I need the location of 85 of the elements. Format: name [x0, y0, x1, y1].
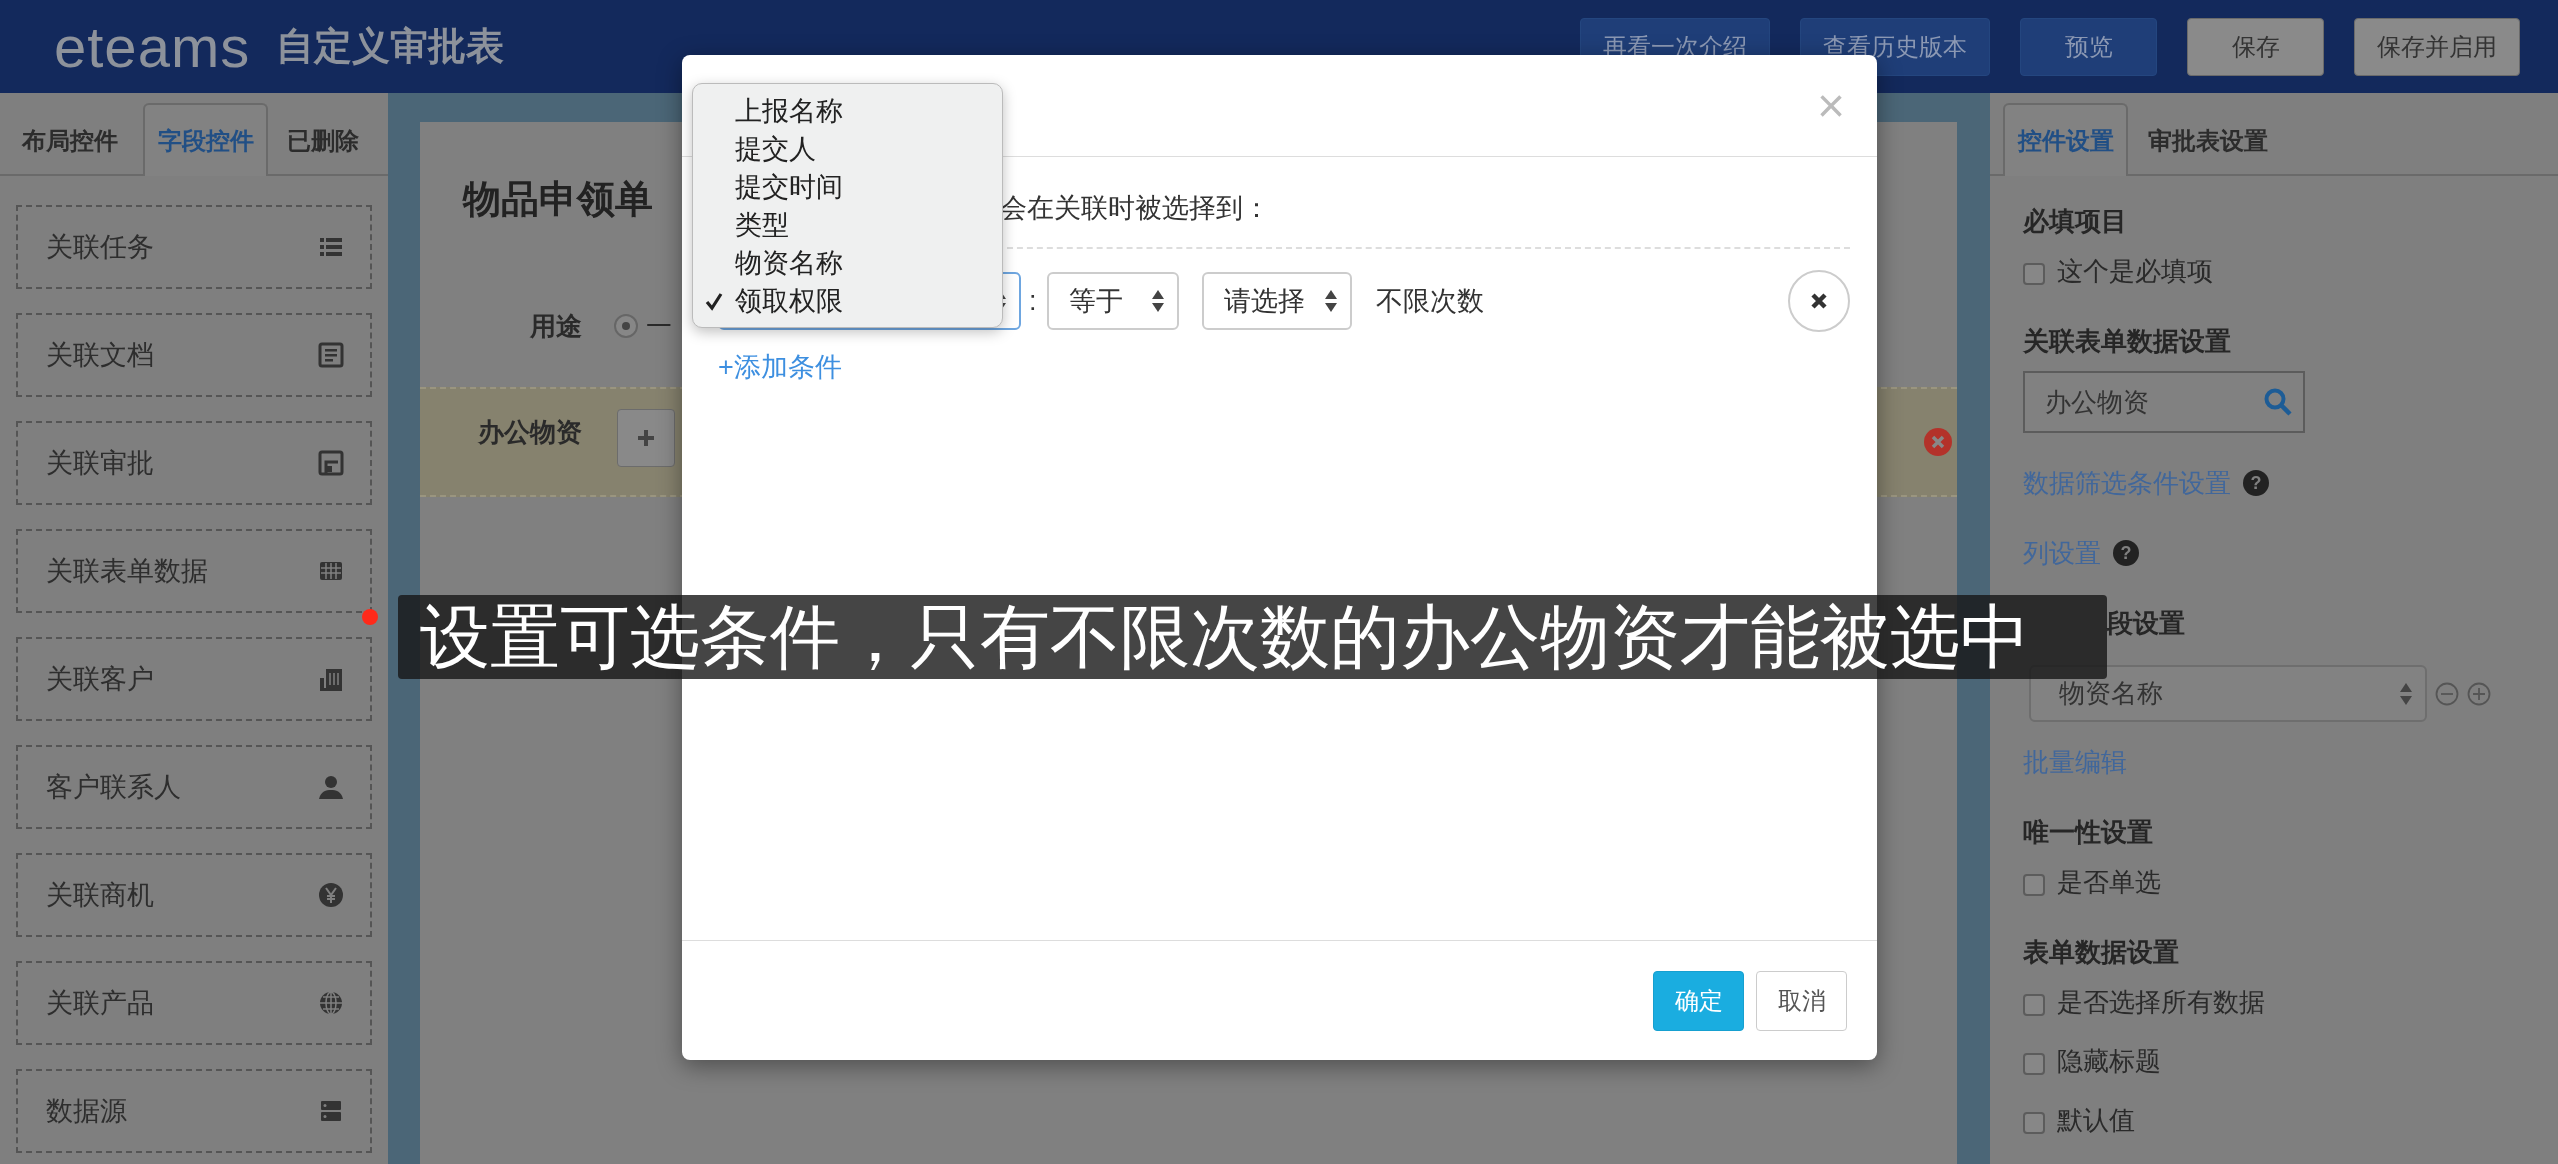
minus-circle-icon: [2435, 681, 2459, 706]
radio-button[interactable]: [614, 314, 638, 338]
search-field[interactable]: 办公物资: [2023, 371, 2305, 433]
item-label: 关联文档: [46, 338, 154, 372]
plus-icon: [636, 428, 656, 448]
section-heading: 表单数据设置: [2023, 936, 2180, 969]
add-condition-link[interactable]: +添加条件: [718, 347, 842, 388]
logo: eteams: [54, 17, 251, 76]
field-label: 用途: [529, 309, 582, 343]
checkbox[interactable]: [2023, 263, 2045, 285]
item-label: 数据源: [46, 1094, 127, 1128]
search-icon: [2263, 387, 2293, 417]
dropdown-option[interactable]: 物资名称: [693, 244, 1002, 282]
control-item[interactable]: 关联产品: [16, 961, 372, 1045]
item-label: 关联产品: [46, 986, 154, 1020]
server-icon: [318, 1098, 344, 1124]
checkbox-label: 是否单选: [2057, 865, 2161, 899]
help-icon[interactable]: ?: [2243, 470, 2269, 496]
control-item[interactable]: 关联客户: [16, 637, 372, 721]
dropdown-option[interactable]: 上报名称: [693, 92, 1002, 130]
item-label: 关联客户: [46, 662, 154, 696]
checkbox[interactable]: [2023, 874, 2045, 896]
checkbox[interactable]: [2023, 994, 2045, 1016]
field-select[interactable]: 物资名称: [2029, 665, 2427, 722]
control-item[interactable]: 关联审批: [16, 421, 372, 505]
control-item[interactable]: 关联任务: [16, 205, 372, 289]
add-button[interactable]: [617, 409, 675, 467]
panel-tab[interactable]: 控件设置: [2003, 103, 2128, 176]
plus-circle-icon: [2467, 681, 2491, 706]
checkbox-label: 这个是必填项: [2057, 254, 2213, 288]
dropdown-option[interactable]: 领取权限: [693, 282, 1002, 320]
header-button[interactable]: 保存: [2187, 17, 2324, 76]
item-label: 关联商机: [46, 878, 154, 912]
document-icon: [318, 342, 344, 368]
dropdown-option[interactable]: 提交时间: [693, 168, 1002, 206]
item-label: 关联审批: [46, 446, 154, 480]
control-item[interactable]: 客户联系人: [16, 745, 372, 829]
control-item[interactable]: 关联文档: [16, 313, 372, 397]
caption-tooltip: 设置可选条件，只有不限次数的办公物资才能被选中: [398, 595, 2107, 679]
checkbox[interactable]: [2023, 1112, 2045, 1134]
section-heading: 必填项目: [2023, 205, 2128, 238]
close-icon: [1809, 291, 1829, 311]
panel-tab[interactable]: 字段控件: [143, 103, 268, 176]
panel-tab[interactable]: 布局控件: [0, 103, 139, 176]
confirm-button[interactable]: 确定: [1653, 970, 1744, 1031]
header-button[interactable]: 预览: [2020, 17, 2157, 76]
panel-tab[interactable]: 已删除: [268, 103, 378, 176]
help-icon[interactable]: ?: [2113, 540, 2139, 566]
checkbox-label: 是否选择所有数据: [2057, 985, 2265, 1019]
sort-arrows-icon: [1150, 288, 1165, 314]
value-select[interactable]: 请选择: [1201, 272, 1352, 330]
control-item[interactable]: 数据源: [16, 1069, 372, 1153]
building-icon: [318, 666, 344, 692]
cancel-button[interactable]: 取消: [1756, 970, 1847, 1031]
person-icon: [318, 774, 344, 800]
dropdown-option[interactable]: 提交人: [693, 130, 1002, 168]
globe-icon: [318, 990, 344, 1016]
control-item[interactable]: 关联商机: [16, 853, 372, 937]
checkbox-label: 隐藏标题: [2057, 1044, 2161, 1078]
checkbox-label: 默认值: [2057, 1103, 2135, 1137]
page-title: 自定义审批表: [276, 24, 505, 69]
field-label: 办公物资: [477, 416, 582, 449]
intro-text: 会在关联时被选择到：: [1000, 192, 1271, 225]
close-button[interactable]: ×: [1812, 81, 1849, 130]
item-label: 关联任务: [46, 230, 154, 264]
sort-arrows-icon: [1323, 288, 1338, 314]
section-heading: 唯一性设置: [2023, 816, 2154, 849]
panel-tab[interactable]: 审批表设置: [2128, 103, 2288, 176]
option-label: 一: [646, 309, 672, 343]
separator-text: :: [1029, 284, 1037, 318]
check-icon: [705, 291, 723, 311]
control-item[interactable]: 关联表单数据: [16, 529, 372, 613]
yen-icon: [318, 882, 344, 908]
delete-icon: [1923, 427, 1953, 457]
dropdown-option[interactable]: 类型: [693, 206, 1002, 244]
header-button[interactable]: 保存并启用: [2354, 17, 2520, 76]
section-heading: 段设置: [2107, 607, 2186, 640]
section-heading: 关联表单数据设置: [2023, 325, 2232, 358]
item-label: 客户联系人: [46, 770, 181, 804]
form-title: 物品申领单: [463, 177, 653, 221]
operator-select[interactable]: 等于: [1046, 272, 1179, 330]
window-icon: [318, 450, 344, 476]
value-text: 不限次数: [1375, 284, 1484, 318]
checkbox[interactable]: [2023, 1053, 2045, 1075]
item-label: 关联表单数据: [46, 554, 208, 588]
